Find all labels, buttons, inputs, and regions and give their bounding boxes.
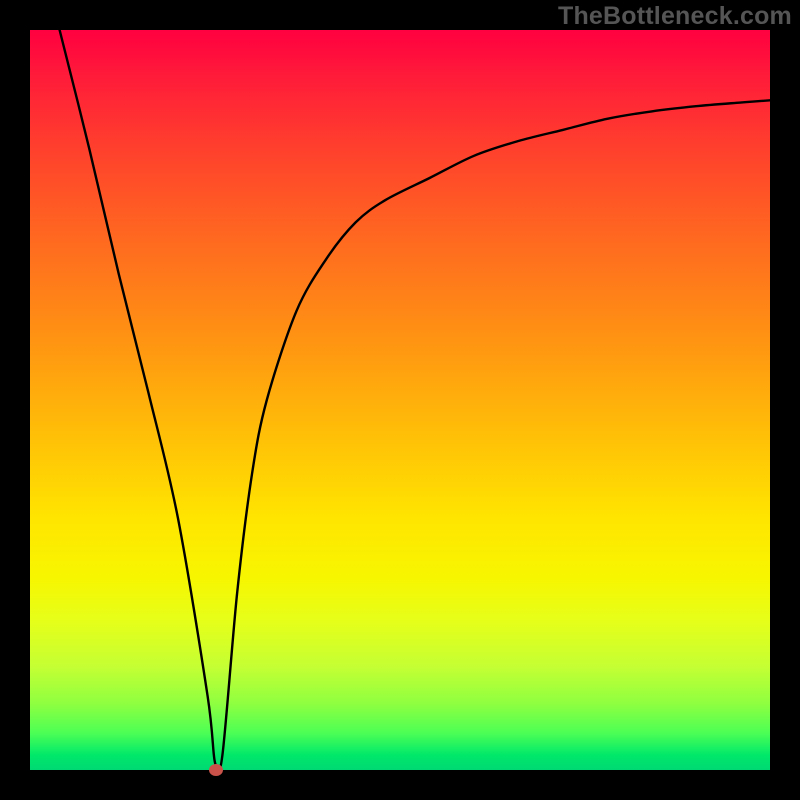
chart-frame: TheBottleneck.com bbox=[0, 0, 800, 800]
curve-svg bbox=[30, 30, 770, 770]
plot-area bbox=[30, 30, 770, 770]
bottleneck-curve bbox=[60, 30, 770, 770]
minimum-marker bbox=[209, 764, 223, 776]
watermark-text: TheBottleneck.com bbox=[558, 2, 792, 31]
